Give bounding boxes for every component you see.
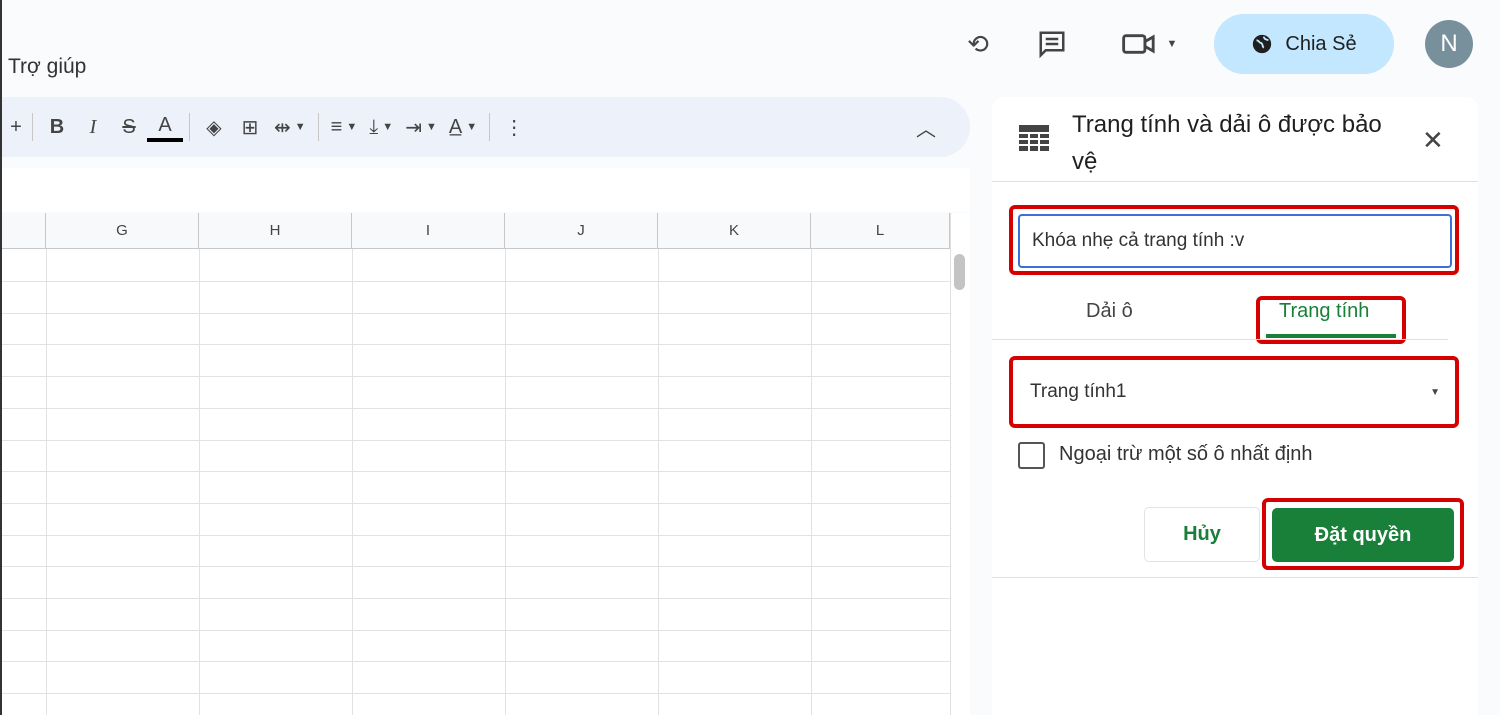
column-header[interactable]: I: [352, 213, 505, 249]
zoom-in-icon[interactable]: +: [6, 109, 26, 145]
italic-button[interactable]: I: [75, 109, 111, 145]
sheet-select-value: Trang tính1: [1030, 381, 1127, 402]
video-camera-icon: [1121, 34, 1155, 54]
text-color-button[interactable]: A: [147, 112, 183, 142]
grid-column-line: [505, 249, 506, 715]
share-label: Chia Sẻ: [1285, 32, 1357, 55]
menu-help[interactable]: Trợ giúp: [8, 55, 86, 79]
toolbar: + B I S A ◈ ⊞ ⇹ ▼ ≡ ▼ ⤓ ▼ ⇥ ▼ A̲ ▼ ⋮ ︿: [2, 97, 970, 157]
divider: [992, 181, 1478, 182]
share-button[interactable]: Chia Sẻ: [1214, 14, 1394, 74]
horizontal-align-icon[interactable]: ≡ ▼: [325, 109, 364, 145]
grid-row-line: [2, 344, 950, 346]
grid-row-line: [2, 439, 950, 441]
collapse-toolbar-icon[interactable]: ︿: [908, 109, 944, 145]
comment-icon[interactable]: [1034, 26, 1070, 62]
grid-row-line: [2, 502, 950, 504]
more-options-icon[interactable]: ⋮: [496, 109, 532, 145]
divider: [32, 113, 33, 141]
grid-row-line: [2, 312, 950, 314]
table-icon: [1018, 124, 1050, 157]
formula-bar[interactable]: [2, 168, 970, 212]
borders-icon[interactable]: ⊞: [232, 109, 268, 145]
divider: [317, 113, 319, 141]
description-input[interactable]: Khóa nhẹ cả trang tính :v: [1018, 214, 1452, 268]
history-icon[interactable]: ⟲: [960, 26, 996, 62]
avatar[interactable]: N: [1425, 20, 1473, 68]
text-rotation-icon[interactable]: A̲ ▼: [443, 109, 483, 145]
grid-row-line: [2, 281, 950, 282]
panel-title: Trang tính và dải ô được bảo vệ: [1072, 111, 1382, 175]
column-header[interactable]: K: [658, 213, 811, 249]
highlight-box: [1256, 296, 1406, 344]
except-cells-label: Ngoại trừ một số ô nhất định: [1059, 443, 1313, 465]
column-header[interactable]: G: [46, 213, 199, 249]
grid-row-line: [2, 566, 950, 568]
set-permissions-button[interactable]: Đặt quyền: [1272, 508, 1454, 562]
grid-row-line: [2, 598, 950, 599]
divider: [992, 577, 1478, 578]
grid-row-line: [2, 661, 950, 663]
merge-cells-icon[interactable]: ⇹ ▼: [268, 109, 312, 145]
tab-range[interactable]: Dải ô: [1086, 300, 1133, 323]
column-header[interactable]: J: [505, 213, 658, 249]
grid-column-line: [46, 249, 47, 715]
column-header-prev[interactable]: [2, 213, 46, 249]
close-icon[interactable]: ✕: [1422, 125, 1444, 156]
grid-row-line: [2, 534, 950, 536]
sheet-select[interactable]: Trang tính1 ▼: [1018, 366, 1450, 418]
grid-row-line: [2, 376, 950, 378]
caret-down-icon: ▼: [1166, 38, 1178, 50]
column-header[interactable]: H: [199, 213, 352, 249]
scrollbar-thumb[interactable]: [954, 254, 965, 290]
except-cells-checkbox[interactable]: [1018, 442, 1045, 469]
grid-column-line: [811, 249, 812, 715]
vertical-align-icon[interactable]: ⤓ ▼: [363, 109, 399, 145]
divider: [489, 113, 491, 141]
strikethrough-icon[interactable]: S: [111, 109, 147, 145]
cancel-button[interactable]: Hủy: [1144, 507, 1260, 562]
divider: [189, 113, 190, 141]
bold-button[interactable]: B: [39, 109, 75, 145]
grid-column-line: [352, 249, 353, 715]
divider: [992, 339, 1448, 340]
grid-row-line: [2, 471, 950, 473]
fill-color-icon[interactable]: ◈: [196, 109, 232, 145]
grid-column-line: [199, 249, 200, 715]
spreadsheet-grid[interactable]: G H I J K L: [2, 213, 950, 715]
grid-row-line: [2, 407, 950, 409]
text-wrap-icon[interactable]: ⇥ ▼: [399, 109, 443, 145]
column-header[interactable]: L: [811, 213, 950, 249]
grid-row-line: [2, 693, 950, 695]
caret-down-icon: ▼: [1430, 386, 1440, 398]
grid-column-line: [658, 249, 659, 715]
globe-icon: [1253, 34, 1272, 54]
grid-row-line: [2, 629, 950, 631]
meet-button[interactable]: ▼: [1114, 26, 1184, 62]
